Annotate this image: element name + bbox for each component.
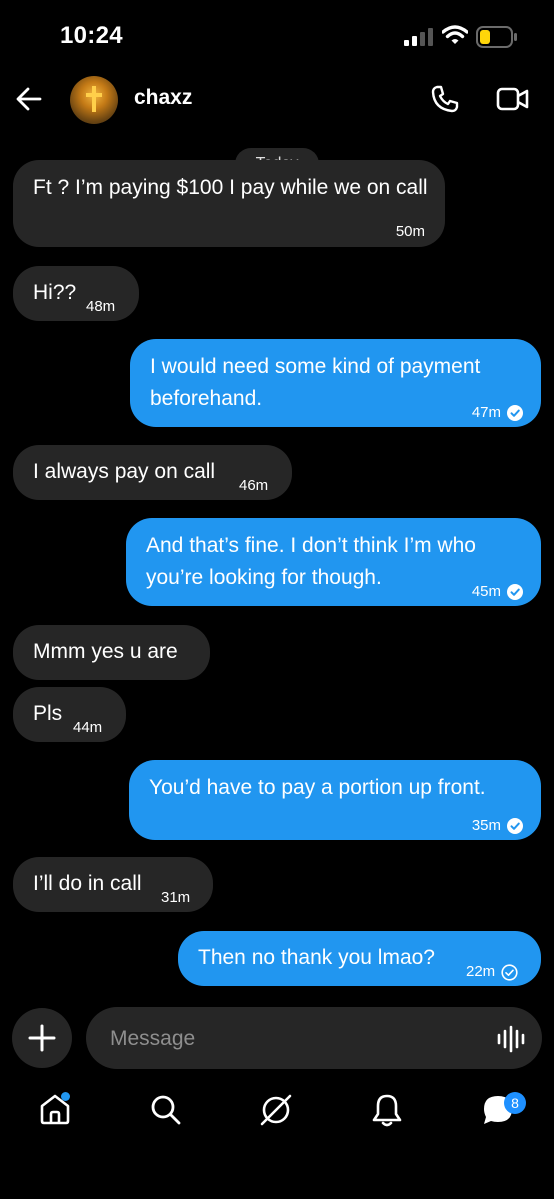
message-text: Hi?? [33,281,77,304]
signal-icon [404,28,433,46]
battery-icon [476,26,517,48]
add-attachment-button[interactable] [12,1008,72,1068]
message-incoming[interactable]: Ft ? I’m paying $100 I pay while we on c… [13,160,445,247]
message-incoming[interactable]: I always pay on call 46m [13,445,292,500]
status-time: 10:24 [60,22,123,49]
message-time: 48m [86,298,116,315]
message-time: 22m [466,956,518,988]
message-time: 35m [472,810,523,842]
message-time: 45m [472,576,523,608]
message-incoming[interactable]: Pls 44m [13,687,126,742]
bottom-tab-bar [0,1080,554,1150]
message-text: I always pay on call [33,460,216,483]
plus-icon [28,1024,56,1052]
sent-check-icon [501,963,518,981]
message-time: 50m [395,223,425,240]
seen-check-icon [507,818,523,834]
messages-badge: 8 [504,1092,526,1114]
explore-icon[interactable] [258,1092,294,1128]
message-text: I’ll do in call [33,872,142,895]
cross-icon [86,86,102,112]
message-incoming[interactable]: Hi?? 48m [13,266,139,321]
search-icon[interactable] [148,1092,182,1126]
message-time: 46m [239,477,269,494]
message-text: Pls [33,702,63,725]
video-icon[interactable] [496,86,530,112]
seen-check-icon [507,405,523,421]
contact-name[interactable]: chaxz [134,86,192,110]
message-time: 47m [472,397,523,429]
message-outgoing[interactable]: You’d have to pay a portion up front. 35… [129,760,541,840]
wifi-icon [442,25,468,44]
chat-header: chaxz [0,72,554,128]
message-time: 44m [73,719,103,736]
message-text: Mmm yes u are [33,640,178,663]
message-input[interactable] [108,1023,472,1055]
avatar[interactable] [70,76,118,124]
home-notification-dot [61,1092,70,1101]
message-text: You’d have to pay a portion up front. [149,776,486,799]
message-outgoing[interactable]: I would need some kind of payment before… [130,339,541,427]
message-text: Then no thank you lmao? [198,946,435,969]
phone-icon[interactable] [430,84,460,114]
message-incoming[interactable]: Mmm yes u are [13,625,210,680]
back-arrow-icon[interactable] [14,84,44,114]
status-bar: 10:24 [0,0,554,70]
message-composer [86,1007,542,1069]
voice-wave-icon[interactable] [496,1025,526,1053]
message-outgoing[interactable]: Then no thank you lmao? 22m [178,931,541,986]
message-outgoing[interactable]: And that’s fine. I don’t think I’m who y… [126,518,541,606]
message-text: Ft ? I’m paying $100 I pay while we on c… [33,176,428,199]
bell-icon[interactable] [370,1092,404,1128]
message-time: 31m [161,889,191,906]
seen-check-icon [507,584,523,600]
message-incoming[interactable]: I’ll do in call 31m [13,857,213,912]
